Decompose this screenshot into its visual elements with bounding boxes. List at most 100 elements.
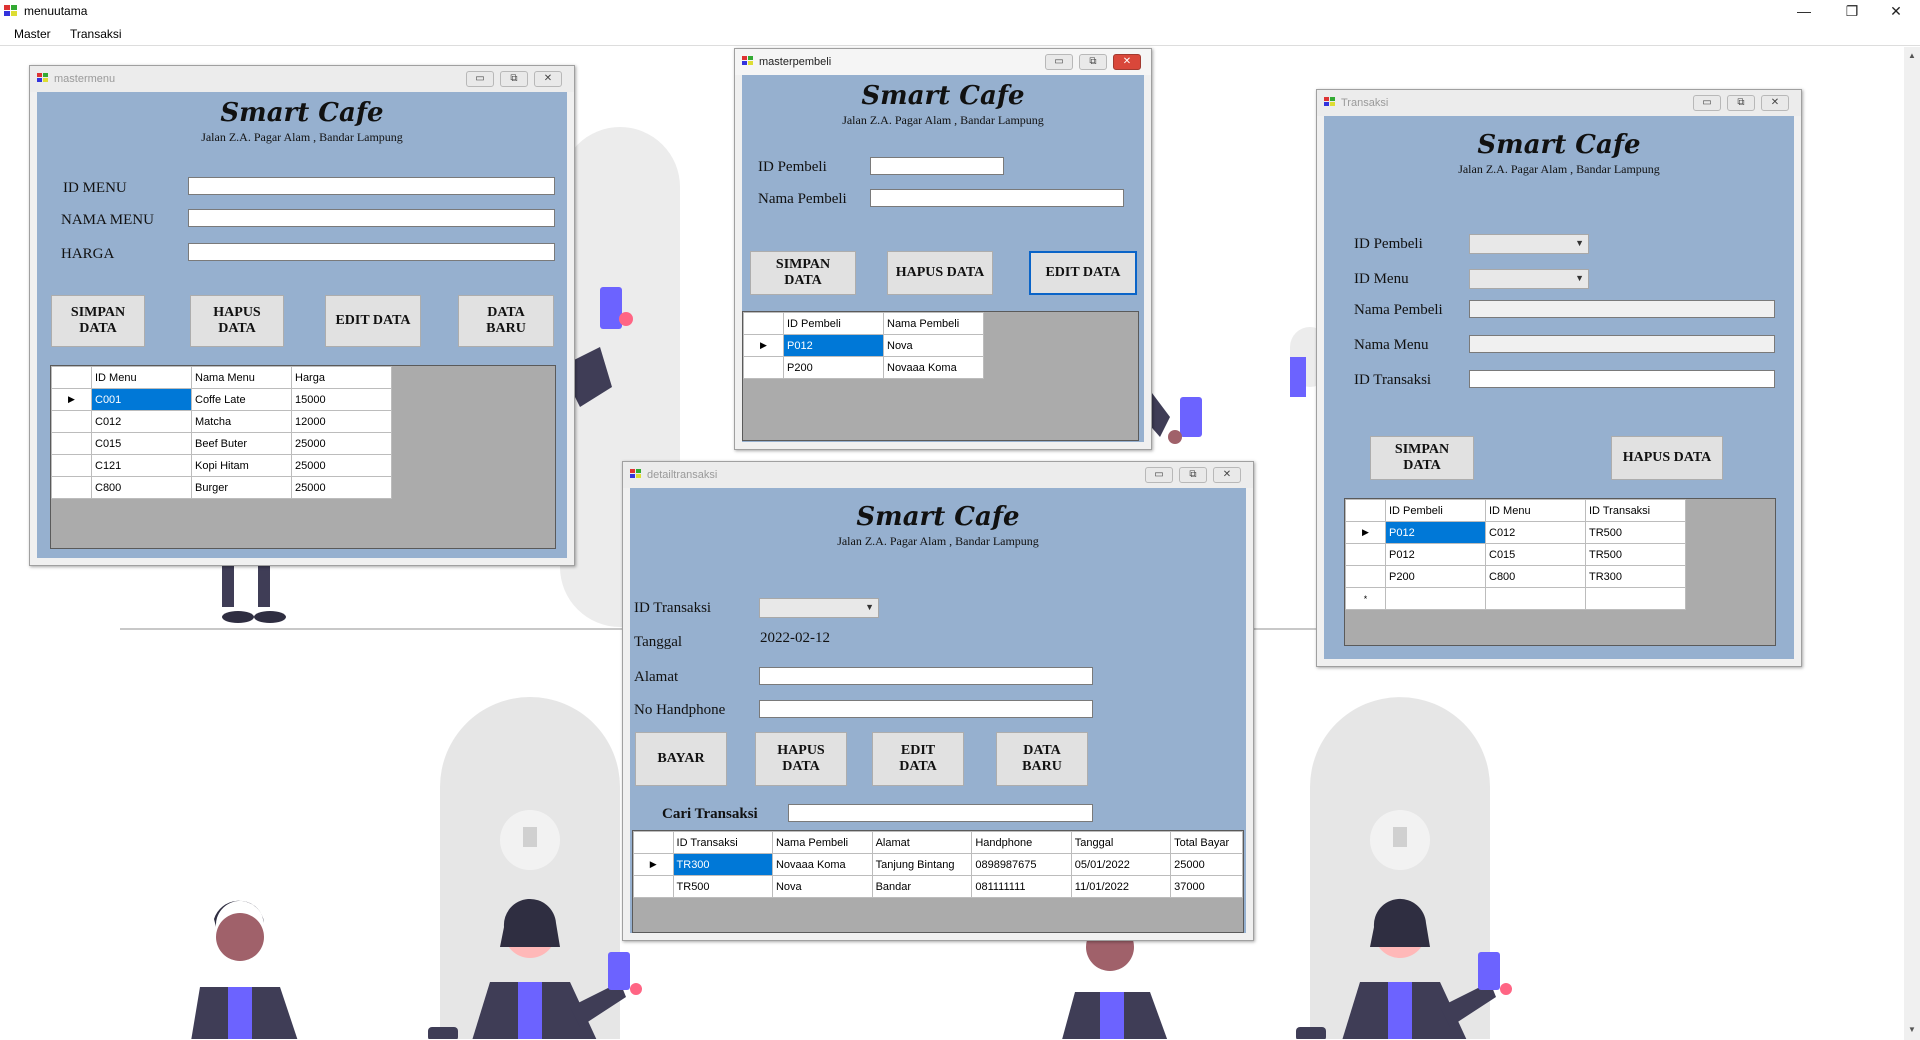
data-baru-button[interactable]: DATA BARU	[458, 295, 554, 347]
hapus-data-button[interactable]: HAPUS DATA	[887, 251, 993, 295]
table-cell[interactable]	[1485, 587, 1586, 610]
table-cell[interactable]: Bandar	[871, 875, 973, 898]
row-header[interactable]	[51, 410, 92, 433]
harga-input[interactable]	[188, 243, 555, 261]
table-cell[interactable]: Kopi Hitam	[191, 454, 292, 477]
app-minimize-button[interactable]: —	[1784, 0, 1824, 22]
table-cell[interactable]: 05/01/2022	[1070, 853, 1172, 876]
row-header[interactable]	[51, 432, 92, 455]
table-cell[interactable]: C015	[1485, 543, 1586, 566]
column-header[interactable]: Nama Pembeli	[883, 312, 984, 335]
column-header[interactable]: ID Transaksi	[1585, 499, 1686, 522]
menu-data-grid[interactable]: ID Menu Nama Menu Harga ▶ C001 Coffe Late 1…	[50, 365, 556, 549]
edit-data-button[interactable]: EDIT DATA	[872, 732, 964, 786]
table-row[interactable]: ▶ TR300 Novaaa Koma Tanjung Bintang 08989876…	[633, 853, 1243, 876]
column-header[interactable]: Total Bayar	[1170, 831, 1243, 854]
table-cell[interactable]: Coffe Late	[191, 388, 292, 411]
window-mastermenu[interactable]: mastermenu ▭ ⧉ ✕ Smart Cafe Jalan Z.A. P…	[29, 65, 575, 566]
id-transaksi-input[interactable]	[1469, 370, 1775, 388]
table-row[interactable]: ▶ P012 C012 TR500	[1345, 521, 1686, 544]
hapus-data-button[interactable]: HAPUS DATA	[190, 295, 284, 347]
table-cell[interactable]	[1385, 587, 1486, 610]
column-header[interactable]: Handphone	[971, 831, 1072, 854]
table-cell[interactable]: 37000	[1170, 875, 1243, 898]
close-button[interactable]: ✕	[534, 71, 562, 87]
table-cell[interactable]: P200	[1385, 565, 1486, 588]
table-cell[interactable]: C001	[91, 388, 192, 411]
table-cell[interactable]: C800	[1485, 565, 1586, 588]
table-row[interactable]: ▶ C001 Coffe Late 15000	[51, 388, 392, 411]
cari-transaksi-input[interactable]	[788, 804, 1093, 822]
table-cell[interactable]: Nova	[883, 334, 984, 357]
new-row[interactable]: *	[1345, 587, 1686, 610]
table-cell[interactable]: C121	[91, 454, 192, 477]
hapus-data-button[interactable]: HAPUS DATA	[755, 732, 847, 786]
detailtransaksi-data-grid[interactable]: ID Transaksi Nama Pembeli Alamat Handpho…	[632, 830, 1244, 933]
nama-menu-input[interactable]	[1469, 335, 1775, 353]
nama-pembeli-input[interactable]	[870, 189, 1124, 207]
table-cell[interactable]: C012	[91, 410, 192, 433]
chevron-down-icon[interactable]: ▼	[1575, 273, 1584, 283]
column-header[interactable]: Nama Pembeli	[771, 831, 873, 854]
pembeli-data-grid[interactable]: ID Pembeli Nama Pembeli ▶ P012 Nova P200 No…	[742, 311, 1139, 441]
table-cell[interactable]: Burger	[191, 476, 292, 499]
table-row[interactable]: C800 Burger 25000	[51, 476, 392, 499]
table-cell[interactable]: Nova	[771, 875, 873, 898]
column-header[interactable]: ID Menu	[1485, 499, 1586, 522]
table-row[interactable]: TR500 Nova Bandar 081111111 11/01/2022 37000	[633, 875, 1243, 898]
row-header[interactable]	[51, 454, 92, 477]
minimize-button[interactable]: ▭	[1145, 467, 1173, 483]
table-cell[interactable]: 15000	[291, 388, 392, 411]
table-cell[interactable]: TR500	[1585, 521, 1686, 544]
table-row[interactable]: P012 C015 TR500	[1345, 543, 1686, 566]
minimize-button[interactable]: ▭	[1693, 95, 1721, 111]
table-row[interactable]: C012 Matcha 12000	[51, 410, 392, 433]
row-header[interactable]	[1345, 543, 1386, 566]
data-baru-button[interactable]: DATA BARU	[996, 732, 1088, 786]
app-restore-button[interactable]: ❐	[1832, 0, 1872, 22]
table-cell[interactable]: 25000	[291, 432, 392, 455]
id-transaksi-combobox[interactable]: ▼	[759, 598, 879, 618]
nama-menu-input[interactable]	[188, 209, 555, 227]
column-header[interactable]: Alamat	[871, 831, 973, 854]
id-pembeli-combobox[interactable]: ▼	[1469, 234, 1589, 254]
restore-button[interactable]: ⧉	[500, 71, 528, 87]
table-row[interactable]: ▶ P012 Nova	[743, 334, 984, 357]
transaksi-data-grid[interactable]: ID Pembeli ID Menu ID Transaksi ▶ P012 C01…	[1344, 498, 1776, 646]
table-cell[interactable]: P200	[783, 356, 884, 379]
menu-master[interactable]: Master	[10, 27, 55, 41]
column-header[interactable]: ID Pembeli	[1385, 499, 1486, 522]
table-cell[interactable]: C015	[91, 432, 192, 455]
simpan-data-button[interactable]: SIMPAN DATA	[51, 295, 145, 347]
column-header[interactable]: Harga	[291, 366, 392, 389]
table-cell[interactable]: C800	[91, 476, 192, 499]
column-header[interactable]: ID Transaksi	[672, 831, 773, 854]
id-menu-input[interactable]	[188, 177, 555, 195]
table-cell[interactable]: TR300	[672, 853, 773, 876]
menu-transaksi[interactable]: Transaksi	[66, 27, 126, 41]
id-menu-combobox[interactable]: ▼	[1469, 269, 1589, 289]
id-pembeli-input[interactable]	[870, 157, 1004, 175]
restore-button[interactable]: ⧉	[1727, 95, 1755, 111]
alamat-input[interactable]	[759, 667, 1093, 685]
table-cell[interactable]: TR300	[1585, 565, 1686, 588]
window-transaksi[interactable]: Transaksi ▭ ⧉ ✕ Smart Cafe Jalan Z.A. Pa…	[1316, 89, 1802, 667]
table-cell[interactable]: Tanjung Bintang	[871, 853, 973, 876]
table-cell[interactable]: Novaaa Koma	[771, 853, 873, 876]
table-cell[interactable]: P012	[1385, 543, 1486, 566]
table-row[interactable]: C121 Kopi Hitam 25000	[51, 454, 392, 477]
row-header[interactable]	[633, 875, 674, 898]
table-cell[interactable]: 25000	[291, 476, 392, 499]
table-cell[interactable]: 25000	[291, 454, 392, 477]
chevron-down-icon[interactable]: ▼	[865, 602, 874, 612]
table-cell[interactable]: Matcha	[191, 410, 292, 433]
close-button[interactable]: ✕	[1113, 54, 1141, 70]
table-row[interactable]: C015 Beef Buter 25000	[51, 432, 392, 455]
restore-button[interactable]: ⧉	[1079, 54, 1107, 70]
nama-pembeli-input[interactable]	[1469, 300, 1775, 318]
mdi-vertical-scrollbar[interactable]: ▲ ▼	[1904, 47, 1920, 1040]
column-header[interactable]: Nama Menu	[191, 366, 292, 389]
column-header[interactable]: ID Pembeli	[783, 312, 884, 335]
table-cell[interactable]: P012	[783, 334, 884, 357]
table-cell[interactable]: P012	[1385, 521, 1486, 544]
